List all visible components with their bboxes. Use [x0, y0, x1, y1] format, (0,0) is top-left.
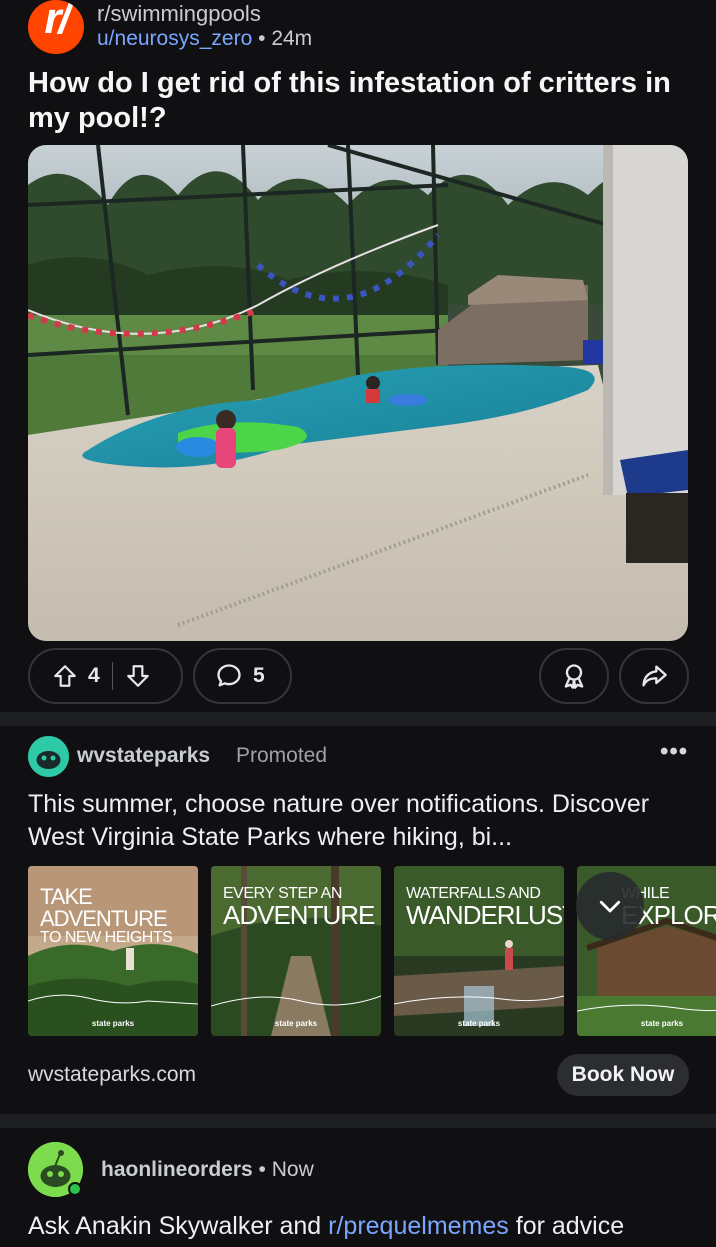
- upvote-icon[interactable]: [52, 663, 78, 689]
- card-headline-line1: TAKE ADVENTURE: [40, 884, 168, 931]
- card-brand: state parks: [457, 1019, 501, 1028]
- feed-divider: [0, 1114, 716, 1128]
- post-image[interactable]: [28, 145, 688, 641]
- post-card[interactable]: r/ r/swimmingpools u/neurosys_zero • 24m…: [0, 0, 716, 712]
- post-time: 24m: [271, 27, 313, 50]
- subreddit-avatar-letter: r/: [44, 0, 70, 43]
- pool-photo: [28, 145, 688, 641]
- post-byline: u/neurosys_zero • 24m: [97, 27, 312, 51]
- ad-body-text[interactable]: This summer, choose nature over notifica…: [28, 788, 698, 854]
- ad-domain[interactable]: wvstateparks.com: [28, 1063, 196, 1087]
- post-title[interactable]: How do I get rid of this infestation of …: [28, 66, 688, 136]
- author-link[interactable]: u/neurosys_zero: [97, 27, 252, 50]
- downvote-icon[interactable]: [125, 663, 151, 689]
- meta-separator: •: [258, 1158, 266, 1181]
- post-title[interactable]: Ask Anakin Skywalker and r/prequelmemes …: [28, 1212, 624, 1241]
- vote-control: 4: [28, 648, 183, 704]
- subreddit-link[interactable]: r/prequelmemes: [328, 1212, 509, 1240]
- share-button[interactable]: [619, 648, 689, 704]
- card-headline-line2: ADVENTURE: [223, 900, 375, 930]
- promoted-label: Promoted: [236, 744, 328, 767]
- subreddit-name[interactable]: r/swimmingpools: [97, 1, 261, 27]
- advertiser-avatar[interactable]: [28, 736, 69, 777]
- post-time: Now: [271, 1158, 314, 1181]
- book-now-button[interactable]: Book Now: [557, 1054, 689, 1096]
- author-link[interactable]: haonlineorders: [101, 1158, 253, 1181]
- advertiser-name[interactable]: wvstateparks: [77, 744, 210, 768]
- post-card[interactable]: haonlineorders • Now Ask Anakin Skywalke…: [0, 1128, 716, 1247]
- card-headline: WATERFALLS AND WANDERLUST: [406, 886, 564, 930]
- carousel-card[interactable]: TAKE ADVENTURE TO NEW HEIGHTS state park…: [28, 866, 198, 1036]
- card-brand: state parks: [274, 1019, 318, 1028]
- post-title-suffix: for advice: [508, 1212, 625, 1240]
- upvote-count: 4: [88, 664, 100, 687]
- card-headline-line2: TO NEW HEIGHTS: [40, 929, 173, 946]
- comment-icon: [215, 662, 243, 690]
- card-brand: state parks: [91, 1019, 135, 1028]
- post-byline: haonlineorders • Now: [101, 1158, 314, 1182]
- carousel-card[interactable]: WATERFALLS AND WANDERLUST state parks: [394, 866, 564, 1036]
- carousel-card[interactable]: EVERY STEP AN ADVENTURE state parks: [211, 866, 381, 1036]
- post-title-prefix: Ask Anakin Skywalker and: [28, 1212, 329, 1240]
- advertiser-logo-icon: [28, 736, 69, 777]
- more-options-icon[interactable]: •••: [660, 738, 688, 766]
- card-headline: EVERY STEP AN ADVENTURE: [223, 886, 375, 930]
- online-status-dot: [68, 1182, 82, 1196]
- card-headline-line2: WANDERLUST: [406, 900, 564, 930]
- meta-separator: •: [258, 27, 266, 50]
- post-actions: 4 5: [0, 648, 716, 704]
- carousel-next-button[interactable]: [576, 872, 644, 940]
- share-icon: [640, 662, 668, 690]
- vote-divider: [111, 662, 113, 690]
- chevron-down-icon: [595, 891, 625, 921]
- award-icon: [560, 662, 588, 690]
- feed-divider: [0, 712, 716, 726]
- card-brand: state parks: [640, 1019, 684, 1028]
- card-headline: TAKE ADVENTURE TO NEW HEIGHTS: [40, 886, 198, 946]
- comment-count: 5: [253, 664, 265, 687]
- award-button[interactable]: [539, 648, 609, 704]
- subreddit-avatar[interactable]: r/: [28, 0, 84, 54]
- comments-button[interactable]: 5: [193, 648, 292, 704]
